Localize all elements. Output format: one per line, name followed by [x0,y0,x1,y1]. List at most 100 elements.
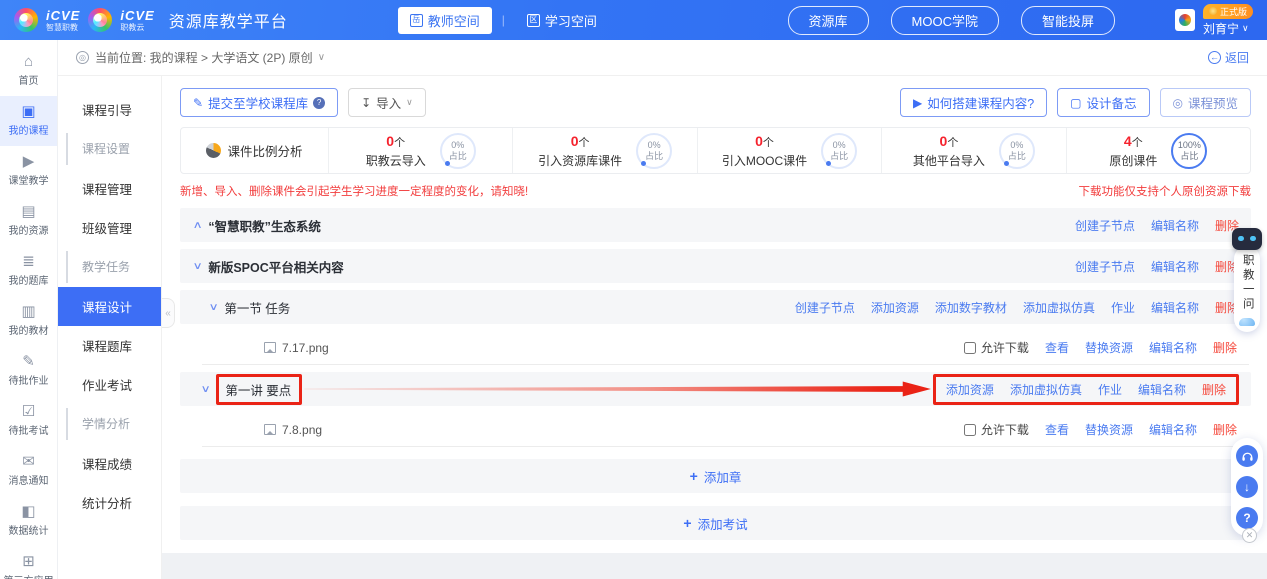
caret-down-icon[interactable]: ∨ [201,384,211,395]
menu-course-design[interactable]: 课程设计 [58,287,161,326]
brand: iCVE 智慧职教 iCVE 职教云 资源库教学平台 [14,8,288,32]
add-exam-button[interactable]: + 添加考试 [180,506,1251,540]
download-icon[interactable]: ↓ [1236,476,1258,498]
menu-section-course-settings: 课程设置 [66,133,161,165]
quick-actions-pill: ↓ ? [1231,438,1263,536]
stat-original-courseware: 4个 原创课件 100%占比 [1067,128,1250,173]
edit-name-link[interactable]: 编辑名称 [1149,339,1197,356]
teacher-space-icon: 岳 [410,14,423,27]
resource-library-button[interactable]: 资源库 [788,6,869,35]
app-shortcut-icon[interactable] [1175,9,1195,31]
how-to-build-button[interactable]: ▶ 如何搭建课程内容? [900,88,1047,117]
notice-row: 新增、导入、删除课件会引起学生学习进度一定程度的变化，请知晓! 下载功能仅支持个… [180,183,1251,199]
sidebar-item-pending-homework[interactable]: ✎ 待批作业 [0,346,57,396]
assistant-label: 职教一问 [1241,254,1253,312]
allow-download-input[interactable] [964,342,976,354]
add-virtual-simulation-link[interactable]: 添加虚拟仿真 [1023,299,1095,316]
allow-download-checkbox[interactable]: 允许下载 [964,421,1029,438]
menu-course-question-bank[interactable]: 课程题库 [58,326,161,365]
video-icon: ▶ [913,97,922,109]
add-resource-link[interactable]: 添加资源 [946,381,994,398]
caret-up-icon[interactable]: ∧ [193,220,203,231]
view-link[interactable]: 查看 [1045,421,1069,438]
add-chapter-button[interactable]: + 添加章 [180,459,1251,493]
robot-assistant-icon[interactable] [1232,228,1262,250]
customer-service-icon[interactable] [1236,445,1258,467]
import-button[interactable]: ↧ 导入 ∨ [348,88,426,117]
replace-resource-link[interactable]: 替换资源 [1085,339,1133,356]
logo2-main: iCVE [120,9,154,22]
mooc-academy-button[interactable]: MOOC学院 [891,6,999,35]
create-child-node-link[interactable]: 创建子节点 [795,299,855,316]
medal-icon [1209,7,1217,15]
create-child-node-link[interactable]: 创建子节点 [1075,258,1135,275]
chapter-row-spoc: ∨ 新版SPOC平台相关内容 创建子节点 编辑名称 删除 [180,249,1251,283]
help-circle-icon[interactable]: ? [313,97,325,109]
caret-down-icon[interactable]: ∨ [209,302,219,313]
user-area[interactable]: 正式版 刘育宁 ∨ [1175,4,1253,37]
delete-link[interactable]: 删除 [1213,421,1237,438]
back-icon: ← [1208,51,1221,64]
gauge-0: 0%占比 [440,133,476,169]
smart-cast-button[interactable]: 智能投屏 [1021,6,1115,35]
menu-course-guide[interactable]: 课程引导 [58,90,161,129]
sidebar-item-classroom-teaching[interactable]: ▶ 课堂教学 [0,146,57,196]
delete-link[interactable]: 删除 [1202,381,1226,398]
edit-name-link[interactable]: 编辑名称 [1149,421,1197,438]
add-virtual-simulation-link[interactable]: 添加虚拟仿真 [1010,381,1082,398]
caret-down-icon[interactable]: ∨ [193,261,203,272]
image-file-icon [264,342,276,353]
sidebar-item-my-textbooks[interactable]: ▥ 我的教材 [0,296,57,346]
tab-learning-space[interactable]: 区 学习空间 [515,7,609,34]
menu-collapse-handle[interactable]: « [162,298,175,328]
add-digital-textbook-link[interactable]: 添加数字教材 [935,299,1007,316]
notice-left: 新增、导入、删除课件会引起学生学习进度一定程度的变化，请知晓! [180,183,528,199]
icve-zhijiaoyun-logo-icon [88,8,112,32]
exam-icon: ☑ [22,404,35,419]
menu-class-management[interactable]: 班级管理 [58,208,161,247]
homework-link[interactable]: 作业 [1111,299,1135,316]
pie-chart-icon [206,143,221,158]
close-widget-icon[interactable]: ✕ [1242,528,1257,543]
sidebar-item-third-party-apps[interactable]: ⊞ 第三方应用 [0,546,57,579]
sidebar-item-data-statistics[interactable]: ◧ 数据统计 [0,496,57,546]
tab-teacher-space[interactable]: 岳 教师空间 [398,7,492,34]
menu-homework-exams[interactable]: 作业考试 [58,365,161,404]
question-icon[interactable]: ? [1236,507,1258,529]
design-memo-button[interactable]: ▢ 设计备忘 [1057,88,1149,117]
homework-icon: ✎ [22,354,35,369]
assistant-widget[interactable]: 职教一问 [1230,228,1264,332]
textbook-icon: ▥ [21,304,35,319]
edit-name-link[interactable]: 编辑名称 [1151,258,1199,275]
sidebar-item-home[interactable]: ⌂ 首页 [0,46,57,96]
user-name[interactable]: 刘育宁 ∨ [1203,20,1253,37]
delete-link[interactable]: 删除 [1213,339,1237,356]
course-preview-button[interactable]: ◎ 课程预览 [1160,88,1252,117]
edit-name-link[interactable]: 编辑名称 [1151,217,1199,234]
allow-download-input[interactable] [964,424,976,436]
menu-statistical-analysis[interactable]: 统计分析 [58,483,161,522]
create-child-node-link[interactable]: 创建子节点 [1075,217,1135,234]
user-caret-icon: ∨ [1242,23,1249,34]
sidebar-item-pending-exams[interactable]: ☑ 待批考试 [0,396,57,446]
homework-link[interactable]: 作业 [1098,381,1122,398]
sidebar-item-notifications[interactable]: ✉ 消息通知 [0,446,57,496]
sidebar-item-my-question-bank[interactable]: ≣ 我的题库 [0,246,57,296]
submit-to-school-library-button[interactable]: ✎ 提交至学校课程库 ? [180,88,338,117]
add-resource-link[interactable]: 添加资源 [871,299,919,316]
edit-name-link[interactable]: 编辑名称 [1138,381,1186,398]
edit-name-link[interactable]: 编辑名称 [1151,299,1199,316]
allow-download-checkbox[interactable]: 允许下载 [964,339,1029,356]
message-icon: ✉ [22,454,35,469]
menu-course-grades[interactable]: 课程成绩 [58,444,161,483]
gauge-1: 0%占比 [636,133,672,169]
breadcrumb-caret-icon[interactable]: ∨ [318,52,325,63]
view-link[interactable]: 查看 [1045,339,1069,356]
back-button[interactable]: ← 返回 [1208,49,1249,66]
menu-course-management[interactable]: 课程管理 [58,169,161,208]
sidebar-item-my-resources[interactable]: ▤ 我的资源 [0,196,57,246]
annotation-arrow [304,380,931,398]
location-icon: ◎ [76,51,89,64]
sidebar-item-my-courses[interactable]: ▣ 我的课程 [0,96,57,146]
replace-resource-link[interactable]: 替换资源 [1085,421,1133,438]
